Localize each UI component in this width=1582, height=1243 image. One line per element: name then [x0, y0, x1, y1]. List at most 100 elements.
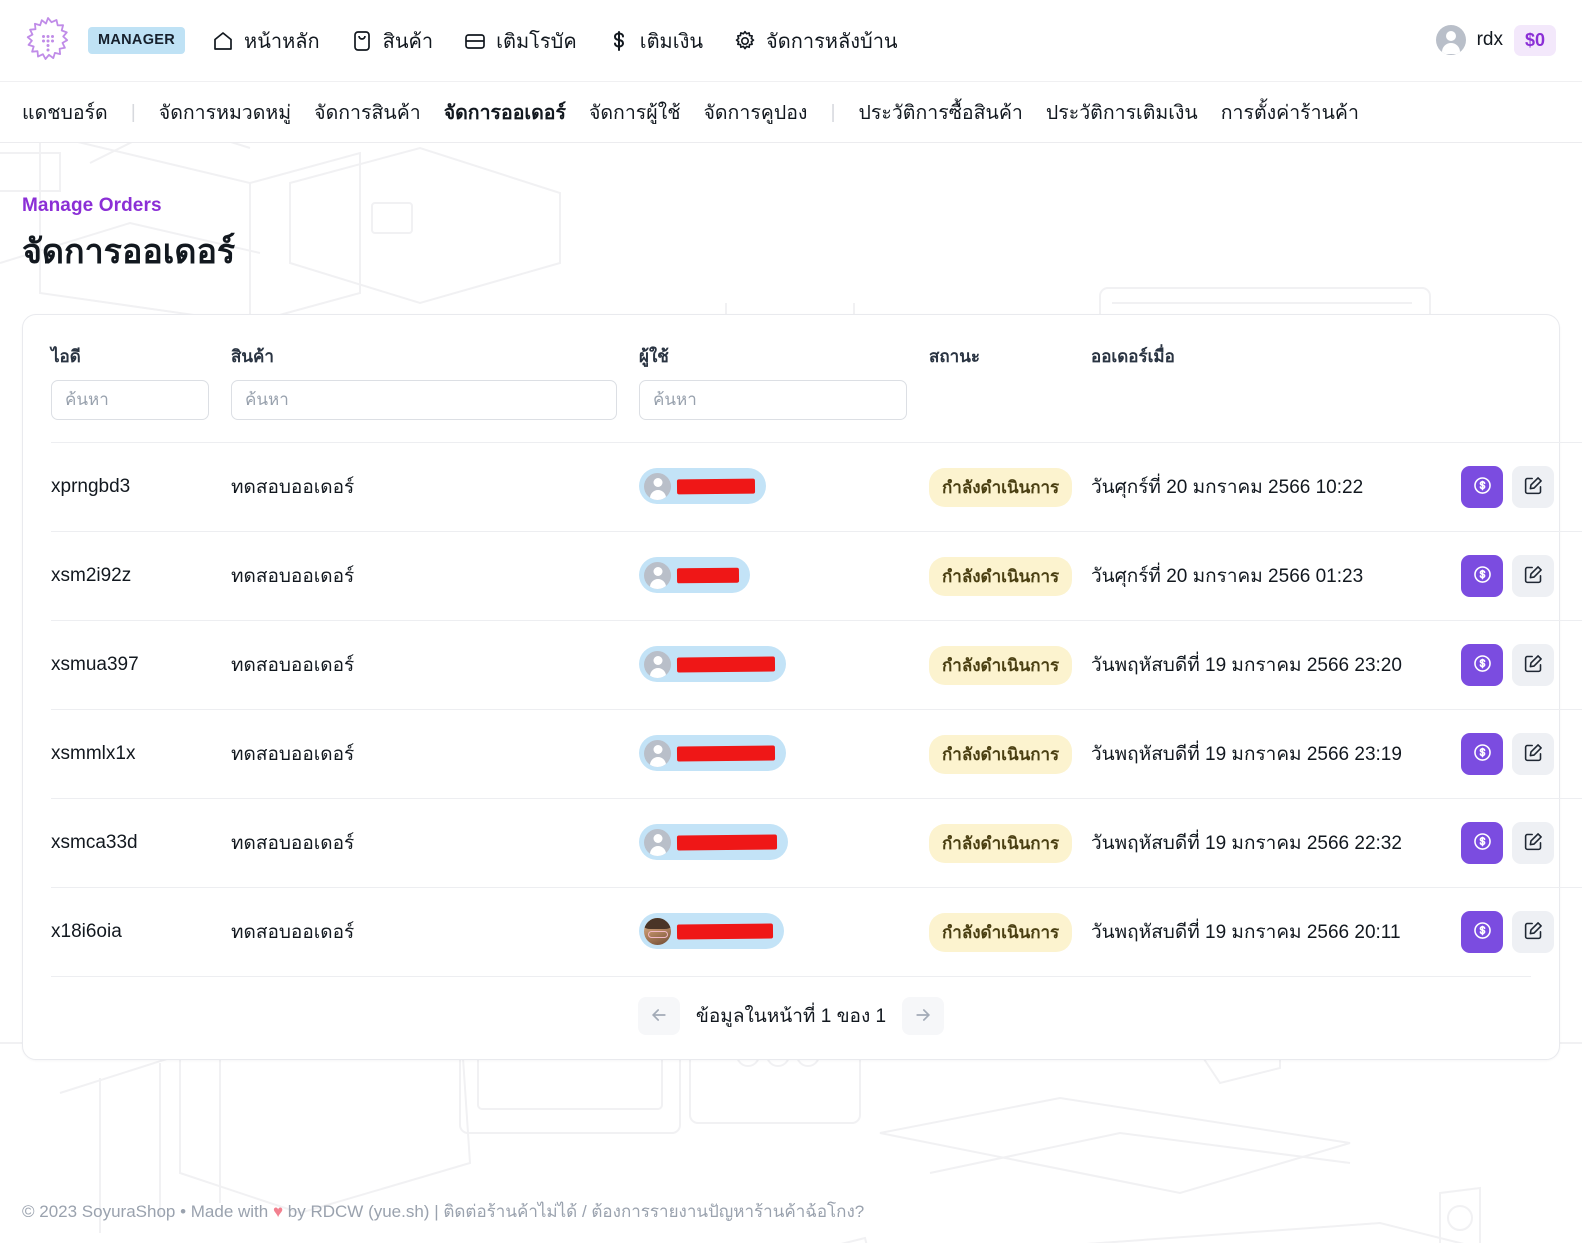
dollar-circle-icon — [1472, 742, 1493, 766]
subnav-item-dashboard[interactable]: แดชบอร์ด — [22, 97, 108, 128]
cell-ordered-at: วันพฤหัสบดีที่ 19 มกราคม 2566 23:20 — [1091, 655, 1402, 676]
nav-item-home[interactable]: หน้าหลัก — [211, 25, 320, 57]
subnav-item-orders[interactable]: จัดการออเดอร์ — [444, 97, 566, 128]
cell-user — [639, 799, 929, 888]
dollar-icon — [607, 29, 631, 53]
filter-cell-product — [231, 380, 639, 443]
heart-icon: ♥ — [272, 1202, 284, 1221]
orders-card: ไอดี สินค้า ผู้ใช้ สถานะ ออเดอร์เมื่อ ค้… — [22, 314, 1582, 1060]
page-eyebrow: Manage Orders — [22, 195, 162, 216]
avatar-body — [649, 667, 666, 678]
chip-avatar-icon — [644, 828, 671, 856]
avatar-head — [653, 477, 662, 487]
pay-button[interactable] — [1461, 822, 1503, 864]
page-content: Manage Orders จัดการออเดอร์ ไอดี สินค้า … — [0, 143, 1582, 1060]
gear-icon — [733, 29, 757, 53]
pagination-next-button[interactable] — [902, 997, 945, 1035]
cell-id: xsmca33d — [51, 832, 138, 853]
subnav-item-topup-history[interactable]: ประวัติการเติมเงิน — [1046, 97, 1198, 128]
pay-button[interactable] — [1461, 911, 1503, 953]
search-input-id[interactable] — [51, 380, 209, 420]
subnav-separator-1: | — [130, 100, 136, 123]
table-row: xprngbd3 ทดสอบออเดอร์ กำลังดำเนินการ วันศุก… — [51, 442, 1582, 532]
search-input-product[interactable] — [231, 380, 617, 420]
pagination-prev-button[interactable] — [637, 997, 680, 1035]
orders-table-head: ไอดี สินค้า ผู้ใช้ สถานะ ออเดอร์เมื่อ — [51, 343, 1582, 443]
edit-button[interactable] — [1512, 822, 1554, 864]
status-badge: กำลังดำเนินการ — [929, 912, 1073, 952]
subnav-item-users[interactable]: จัดการผู้ใช้ — [589, 97, 681, 128]
pay-button[interactable] — [1461, 466, 1503, 508]
header-status: สถานะ — [929, 347, 980, 366]
cell-actions — [1461, 799, 1582, 888]
filter-cell-actions — [1461, 380, 1582, 443]
user-chip[interactable] — [639, 824, 788, 861]
cell-product: ทดสอบออเดอร์ — [231, 744, 355, 765]
cell-actions — [1461, 532, 1582, 621]
edit-button[interactable] — [1512, 555, 1554, 597]
header-product: สินค้า — [231, 347, 274, 366]
cell-id: xsmmlx1x — [51, 743, 136, 764]
avatar-head — [653, 566, 662, 576]
status-badge: กำลังดำเนินการ — [929, 823, 1073, 863]
edit-button[interactable] — [1512, 644, 1554, 686]
pay-button[interactable] — [1461, 733, 1503, 775]
subnav-item-products[interactable]: จัดการสินค้า — [314, 97, 421, 128]
subnav-item-purchase-history[interactable]: ประวัติการซื้อสินค้า — [859, 97, 1023, 128]
nav-label-home: หน้าหลัก — [244, 30, 320, 53]
avatar-glasses — [647, 930, 668, 938]
pagination: ข้อมูลในหน้าที่ 1 ของ 1 — [51, 976, 1531, 1059]
header-user: ผู้ใช้ — [639, 347, 669, 366]
chip-avatar-icon — [644, 561, 671, 589]
nav-item-topup-robux[interactable]: เติมโรบัค — [463, 25, 577, 57]
table-row: xsm2i92z ทดสอบออเดอร์ กำลังดำเนินการ วันศุก… — [51, 531, 1582, 621]
row-actions — [1461, 466, 1582, 508]
nav-item-topup-money[interactable]: เติมเงิน — [607, 25, 703, 57]
card-icon — [463, 29, 487, 53]
package-icon — [350, 29, 374, 53]
user-chip[interactable] — [639, 468, 766, 505]
subnav-item-categories[interactable]: จัดการหมวดหมู่ — [159, 97, 291, 128]
nav-item-products[interactable]: สินค้า — [350, 25, 434, 57]
subnav-item-coupons[interactable]: จัดการคูปอง — [703, 97, 807, 128]
pay-button[interactable] — [1461, 644, 1503, 686]
brand-area[interactable]: MANAGER — [22, 15, 186, 67]
redacted-username — [676, 834, 778, 851]
nav-item-backend[interactable]: จัดการหลังบ้าน — [733, 25, 898, 57]
nav-label-products: สินค้า — [382, 30, 434, 53]
dollar-circle-icon — [1472, 831, 1493, 855]
pay-button[interactable] — [1461, 555, 1503, 597]
redacted-username — [676, 478, 756, 495]
secondary-nav: แดชบอร์ด | จัดการหมวดหมู่ จัดการสินค้า จ… — [0, 82, 1582, 143]
edit-button[interactable] — [1512, 466, 1554, 508]
cell-user — [639, 888, 929, 977]
cell-id: xprngbd3 — [51, 476, 131, 497]
dollar-circle-icon — [1472, 653, 1493, 677]
user-chip[interactable] — [639, 913, 784, 950]
cell-actions — [1461, 888, 1582, 977]
arrow-right-icon — [913, 1005, 933, 1028]
avatar-body — [649, 756, 666, 767]
row-actions — [1461, 733, 1582, 775]
username-label: rdx — [1476, 29, 1503, 51]
avatar[interactable] — [1435, 25, 1466, 56]
edit-button[interactable] — [1512, 733, 1554, 775]
cell-status: กำลังดำเนินการ — [929, 621, 1091, 710]
redacted-username — [676, 567, 740, 584]
cell-ordered-at: วันพฤหัสบดีที่ 19 มกราคม 2566 23:19 — [1091, 744, 1402, 765]
subnav-item-shop-settings[interactable]: การตั้งค่าร้านค้า — [1221, 97, 1359, 128]
avatar-body — [1441, 43, 1460, 55]
balance-badge[interactable]: $0 — [1513, 24, 1556, 57]
user-chip[interactable] — [639, 735, 786, 772]
user-chip[interactable] — [639, 557, 750, 594]
subnav-separator-2: | — [830, 100, 836, 123]
user-chip[interactable] — [639, 646, 786, 683]
row-actions — [1461, 822, 1582, 864]
header-actions — [1461, 343, 1582, 380]
cell-id: xsmua397 — [51, 654, 139, 675]
cherry-blossom-logo-icon[interactable] — [22, 15, 74, 67]
cell-status: กำลังดำเนินการ — [929, 799, 1091, 888]
user-area[interactable]: rdx $0 — [1435, 24, 1560, 57]
edit-button[interactable] — [1512, 911, 1554, 953]
search-input-user[interactable] — [639, 380, 907, 420]
